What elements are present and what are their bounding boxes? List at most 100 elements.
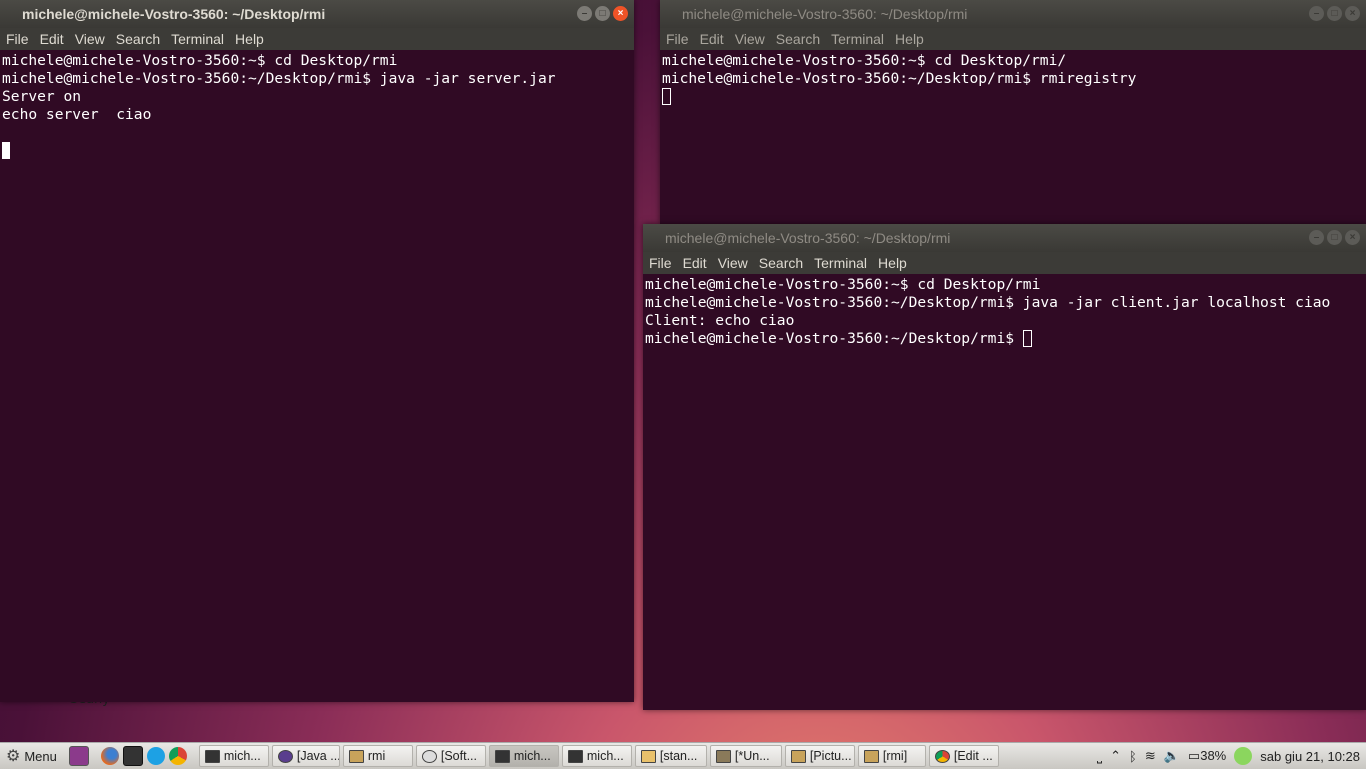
chrome-icon <box>934 749 950 763</box>
menu-view[interactable]: View <box>718 255 748 271</box>
taskbar-item[interactable]: mich... <box>198 745 269 767</box>
taskbar-item-label: [Soft... <box>440 749 478 763</box>
close-icon[interactable]: × <box>1345 6 1360 21</box>
maximize-icon[interactable]: □ <box>1327 230 1342 245</box>
wifi-icon[interactable]: ≋ <box>1145 748 1156 764</box>
menu-help[interactable]: Help <box>895 31 924 47</box>
terminal-window-client[interactable]: michele@michele-Vostro-3560: ~/Desktop/r… <box>643 224 1366 710</box>
terminal-line: echo server ciao <box>2 106 152 123</box>
terminal-launcher-icon[interactable] <box>122 746 143 766</box>
maximize-icon[interactable]: □ <box>595 6 610 21</box>
terminal-prompt-line: michele@michele-Vostro-3560:~/Desktop/rm… <box>645 330 1364 348</box>
folder-icon <box>790 749 806 763</box>
taskbar-item[interactable]: [rmi] <box>857 745 926 767</box>
terminal-cursor-line <box>662 88 1364 106</box>
terminal-output[interactable]: michele@michele-Vostro-3560:~$ cd Deskto… <box>660 50 1366 108</box>
menu-search[interactable]: Search <box>776 31 820 47</box>
minimize-icon[interactable]: – <box>577 6 592 21</box>
taskbar-item-label: [*Un... <box>734 749 770 763</box>
terminal-menubar: File Edit View Search Terminal Help <box>0 28 634 50</box>
menu-search[interactable]: Search <box>116 31 160 47</box>
menu-edit[interactable]: Edit <box>683 255 707 271</box>
taskbar-item[interactable]: [*Un... <box>709 745 782 767</box>
taskbar-item-label: [stan... <box>659 749 698 763</box>
clock[interactable]: sab giu 21, 10:28 <box>1260 749 1360 764</box>
window-titlebar[interactable]: michele@michele-Vostro-3560: ~/Desktop/r… <box>660 0 1366 28</box>
terminal-window-server[interactable]: michele@michele-Vostro-3560: ~/Desktop/r… <box>0 0 634 702</box>
minimize-icon[interactable]: – <box>1309 230 1324 245</box>
taskbar-item[interactable]: [stan... <box>634 745 707 767</box>
skype-icon[interactable] <box>146 747 165 765</box>
menu-file[interactable]: File <box>649 255 672 271</box>
chevron-up-icon[interactable]: ⌃ <box>1110 748 1121 764</box>
battery-indicator[interactable]: ▭38% <box>1188 748 1226 764</box>
terminal-line: Client: echo ciao <box>645 312 795 329</box>
window-title: michele@michele-Vostro-3560: ~/Desktop/r… <box>682 6 968 22</box>
menu-terminal[interactable]: Terminal <box>814 255 867 271</box>
system-tray: ⎵ ⌃ ᛒ ≋ 🔈 ▭38% sab giu 21, 10:28 <box>1097 747 1366 765</box>
maximize-icon[interactable]: □ <box>1327 6 1342 21</box>
terminal-line: michele@michele-Vostro-3560:~$ cd Deskto… <box>662 52 1067 69</box>
close-icon[interactable]: × <box>1345 230 1360 245</box>
terminal-line: michele@michele-Vostro-3560:~/Desktop/rm… <box>2 70 556 87</box>
taskbar-item[interactable]: [Pictu... <box>784 745 855 767</box>
menu-file[interactable]: File <box>6 31 29 47</box>
terminal-icon <box>494 749 510 763</box>
taskbar-item-label: rmi <box>367 749 386 763</box>
text-cursor <box>1022 330 1032 347</box>
main-menu-button[interactable]: ⚙ Menu <box>0 746 63 766</box>
menu-view[interactable]: View <box>735 31 765 47</box>
terminal-icon <box>204 749 220 763</box>
terminal-output[interactable]: michele@michele-Vostro-3560:~$ cd Deskto… <box>0 50 634 162</box>
terminal-menubar: File Edit View Search Terminal Help <box>660 28 1366 50</box>
menu-help[interactable]: Help <box>235 31 264 47</box>
firefox-icon[interactable] <box>100 747 119 765</box>
terminal-line: Server on <box>2 88 82 105</box>
terminal-icon <box>567 749 583 763</box>
text-cursor <box>2 142 10 159</box>
terminal-prompt: michele@michele-Vostro-3560:~/Desktop/rm… <box>645 330 1023 347</box>
terminal-window-registry[interactable]: michele@michele-Vostro-3560: ~/Desktop/r… <box>660 0 1366 224</box>
terminal-output[interactable]: michele@michele-Vostro-3560:~$ cd Deskto… <box>643 274 1366 350</box>
window-title: michele@michele-Vostro-3560: ~/Desktop/r… <box>665 230 951 246</box>
show-desktop-icon[interactable] <box>68 746 89 766</box>
taskbar-item-label: [Java ... <box>296 749 340 763</box>
taskbar-item[interactable]: mich... <box>488 745 559 767</box>
window-controls: – □ × <box>1309 230 1360 245</box>
menu-search[interactable]: Search <box>759 255 803 271</box>
taskbar-item[interactable]: rmi <box>342 745 413 767</box>
menu-edit[interactable]: Edit <box>700 31 724 47</box>
taskbar-item[interactable]: [Soft... <box>415 745 486 767</box>
close-icon[interactable]: × <box>613 6 628 21</box>
window-titlebar[interactable]: michele@michele-Vostro-3560: ~/Desktop/r… <box>643 224 1366 252</box>
terminal-line: michele@michele-Vostro-3560:~$ cd Deskto… <box>645 276 1041 293</box>
terminal-line: michele@michele-Vostro-3560:~/Desktop/rm… <box>645 294 1331 311</box>
window-title: michele@michele-Vostro-3560: ~/Desktop/r… <box>22 6 326 22</box>
menu-help[interactable]: Help <box>878 255 907 271</box>
chat-icon[interactable] <box>1234 747 1253 765</box>
terminal-cursor-line <box>2 142 632 160</box>
terminal-line: michele@michele-Vostro-3560:~/Desktop/rm… <box>662 70 1137 87</box>
taskbar: ⚙ Menu mich... [Java ... rmi [Soft... mi… <box>0 742 1366 769</box>
chrome-icon[interactable] <box>168 747 187 765</box>
minimize-icon[interactable]: – <box>1309 6 1324 21</box>
bluetooth-icon[interactable]: ᛒ <box>1129 749 1137 764</box>
window-titlebar[interactable]: michele@michele-Vostro-3560: ~/Desktop/r… <box>0 0 634 28</box>
terminal-menubar: File Edit View Search Terminal Help <box>643 252 1366 274</box>
volume-icon[interactable]: 🔈 <box>1164 748 1180 764</box>
text-editor-icon <box>640 749 656 763</box>
taskbar-item[interactable]: mich... <box>561 745 632 767</box>
taskbar-item-label: [Edit ... <box>953 749 993 763</box>
taskbar-item[interactable]: [Java ... <box>271 745 340 767</box>
taskbar-item[interactable]: [Edit ... <box>928 745 999 767</box>
menu-file[interactable]: File <box>666 31 689 47</box>
menu-terminal[interactable]: Terminal <box>831 31 884 47</box>
menu-view[interactable]: View <box>75 31 105 47</box>
window-controls: – □ × <box>577 6 628 21</box>
gimp-icon <box>715 749 731 763</box>
menu-edit[interactable]: Edit <box>40 31 64 47</box>
menu-terminal[interactable]: Terminal <box>171 31 224 47</box>
keyboard-icon[interactable]: ⎵ <box>1097 748 1102 764</box>
main-menu-label: Menu <box>24 748 57 764</box>
